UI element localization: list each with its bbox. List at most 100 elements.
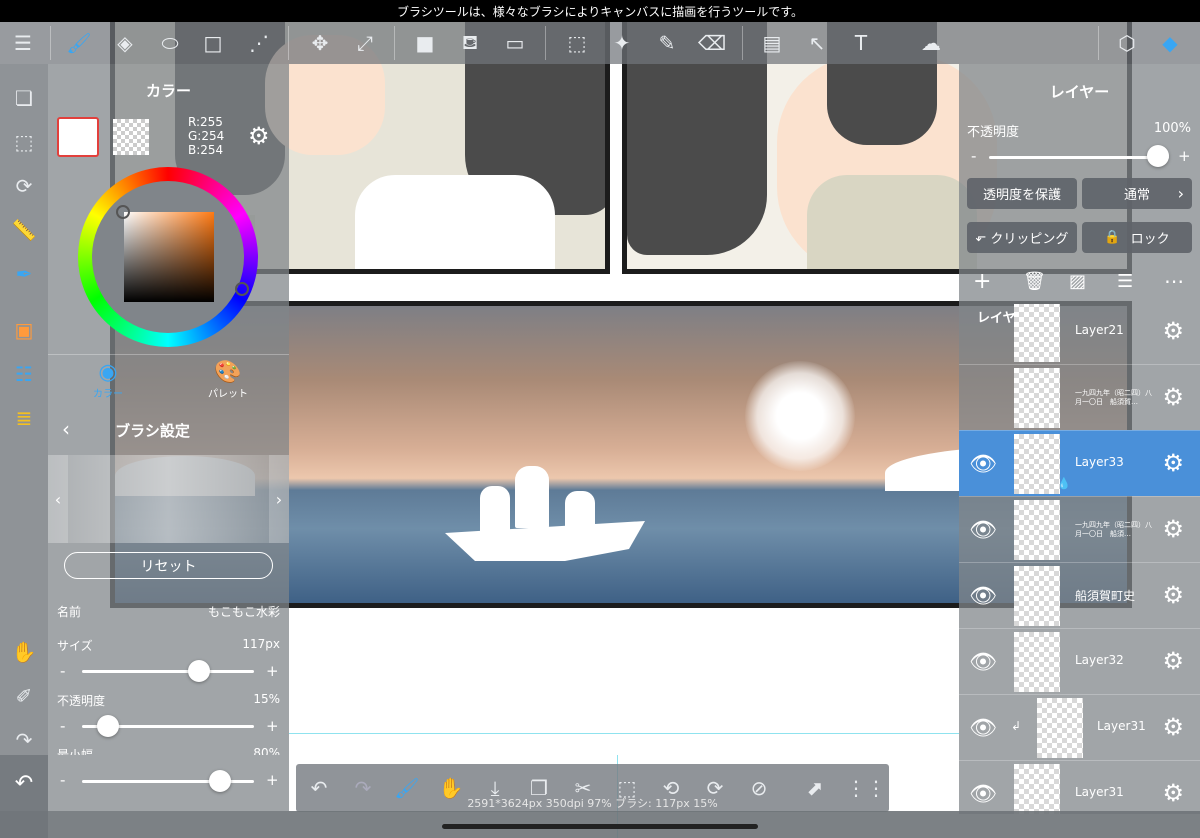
blend-mode-button[interactable]: 通常 › [1082,178,1192,209]
eraser-tool-icon[interactable]: ◈ [110,28,140,58]
hue-handle[interactable] [235,282,249,296]
layer-settings-gear-icon[interactable]: ⚙ [1162,449,1184,477]
layer-row[interactable]: 👁 一九四九年（昭二四）八月一〇日 船須… ⚙ [959,496,1200,562]
eyedropper-icon[interactable]: ✐ [8,680,40,712]
visibility-eye-icon[interactable]: 👁 [967,712,999,744]
delete-layer-icon[interactable]: 🗑 [1023,271,1046,292]
layer-image-icon[interactable]: ▨ [1069,271,1086,292]
visibility-eye-icon[interactable]: 👁 [967,580,999,612]
clip-drop-icon: 💧 [1057,477,1071,490]
materials-icon[interactable]: ⬡ [1112,28,1142,58]
layer-row[interactable]: Layer21 ⚙ [959,304,1200,364]
main-color-swatch[interactable] [57,117,99,157]
layer-opacity-minus-button[interactable]: - [971,147,976,165]
cloud-icon[interactable]: ☁ [916,28,946,58]
opacity-slider-knob[interactable] [96,715,119,737]
layer-panel: レイヤー 不透明度 100% - + 透明度を保護 通常 › ⬐ クリッピング … [959,64,1200,814]
tab-color[interactable]: ◉ カラー [78,360,138,402]
layer-settings-gear-icon[interactable]: ⚙ [1162,779,1184,807]
blur-eraser-icon[interactable]: ⬭ [155,28,185,58]
layer-row[interactable]: 👁 Layer32 ⚙ [959,628,1200,694]
brush-settings-panel: ‹ ブラシ設定 ‹ › リセット 名前 もこもこ水彩 サイズ 117px - +… [48,405,289,762]
layer-settings-gear-icon[interactable]: ⚙ [1162,647,1184,675]
fill-square-icon[interactable]: ■ [410,28,440,58]
reset-button[interactable]: リセット [64,552,273,579]
prev-brush-button[interactable]: ‹ [48,455,68,543]
layer-row[interactable]: 一九四九年（昭二四）八月一〇日 船須賀… ⚙ [959,364,1200,430]
select-eraser-icon[interactable]: ⌫ [697,28,727,58]
hand-icon[interactable]: ✋ [8,636,40,668]
layer-row-selected[interactable]: 👁 💧 Layer33 ⚙ [959,430,1200,496]
select-pen-icon[interactable]: ✎ [652,28,682,58]
lock-button[interactable]: 🔒 ロック [1082,222,1192,253]
layer-opacity-slider[interactable] [989,156,1169,159]
rgb-b: B:254 [188,143,224,157]
layer-thumbnail [1014,632,1060,692]
color-settings-gear-icon[interactable]: ⚙ [248,122,270,150]
operation-tool-icon[interactable]: ↖ [802,28,832,58]
size-slider[interactable] [82,670,254,673]
clipping-button[interactable]: ⬐ クリッピング [967,222,1077,253]
home-indicator[interactable] [442,824,758,829]
next-brush-button[interactable]: › [269,455,289,543]
frame-divide-icon[interactable]: ▤ [757,28,787,58]
rotate-canvas-icon[interactable]: ⟳ [8,170,40,202]
layer-row[interactable]: 👁 ↲ Layer31 ⚙ [959,694,1200,760]
gradient-tool-icon[interactable]: ▭ [500,28,530,58]
layer-list-icon[interactable]: ☷ [8,358,40,390]
protect-alpha-button[interactable]: 透明度を保護 [967,178,1077,209]
dot-brush-icon[interactable]: ⋰ [244,28,274,58]
transform-tool-icon[interactable]: ⤢ [350,28,380,58]
layer-opacity-knob[interactable] [1147,145,1169,167]
size-minus-button[interactable]: - [60,662,65,680]
text-tool-icon[interactable]: T [846,28,876,58]
tab-palette[interactable]: 🎨 パレット [198,360,258,402]
layer-settings-gear-icon[interactable]: ⚙ [1162,581,1184,609]
sub-color-swatch[interactable] [113,119,149,155]
layer-menu-icon[interactable]: ☰ [1117,271,1133,292]
more-options-icon[interactable]: ⋯ [1164,269,1184,293]
size-plus-button[interactable]: + [266,662,279,680]
select-rect-icon[interactable]: ⬚ [562,28,592,58]
size-slider-knob[interactable] [187,660,210,682]
sun [745,361,855,471]
pages-icon[interactable]: ❏ [8,82,40,114]
min-width-plus-button[interactable]: + [266,771,279,789]
redo-icon[interactable]: ↷ [8,724,40,756]
tool-tip-text: ブラシツールは、様々なブラシによりキャンバスに描画を行うツールです。 [396,4,804,19]
sv-handle[interactable] [116,205,130,219]
visibility-eye-icon[interactable]: 👁 [967,514,999,546]
visibility-eye-icon[interactable]: 👁 [967,778,999,810]
layer-opacity-plus-button[interactable]: + [1178,147,1191,165]
move-tool-icon[interactable]: ✥ [305,28,335,58]
visibility-eye-icon[interactable]: 👁 [967,646,999,678]
min-width-slider-knob[interactable] [208,770,231,792]
layer-name: Layer32 [1075,653,1124,667]
opacity-plus-button[interactable]: + [266,717,279,735]
saturation-value-square[interactable] [124,212,214,302]
color-swatch-icon[interactable]: ▣ [8,314,40,346]
bucket-tool-icon[interactable]: ⛾ [455,28,485,58]
ruler-icon[interactable]: 📏 [8,214,40,246]
layer-opacity-value: 100% [1153,121,1191,136]
undo-icon[interactable]: ↶ [0,755,48,811]
pen-settings-icon[interactable]: ✒ [8,258,40,290]
layer-row[interactable]: 👁 船須賀町史 ⚙ [959,562,1200,628]
layer-settings-gear-icon[interactable]: ⚙ [1162,713,1184,741]
brush-tool-icon[interactable]: 🖌 [64,28,94,58]
menu-icon[interactable]: ☰ [8,28,38,58]
layer-row[interactable]: 👁 Layer31 ⚙ [959,760,1200,814]
layer-settings-gear-icon[interactable]: ⚙ [1162,317,1184,345]
selection-icon[interactable]: ⬚ [8,126,40,158]
layers-icon[interactable]: ◆ [1155,28,1185,58]
opacity-minus-button[interactable]: - [60,717,65,735]
layer-settings-gear-icon[interactable]: ⚙ [1162,515,1184,543]
magic-wand-icon[interactable]: ✦ [607,28,637,58]
clipping-label: クリッピング [990,232,1069,247]
add-layer-icon[interactable]: + [973,269,991,294]
size-value: 117px [242,637,280,651]
layer-settings-gear-icon[interactable]: ⚙ [1162,383,1184,411]
visibility-eye-icon[interactable]: 👁 [967,448,999,480]
min-width-minus-button[interactable]: - [60,771,65,789]
shape-tool-icon[interactable]: □ [198,28,228,58]
